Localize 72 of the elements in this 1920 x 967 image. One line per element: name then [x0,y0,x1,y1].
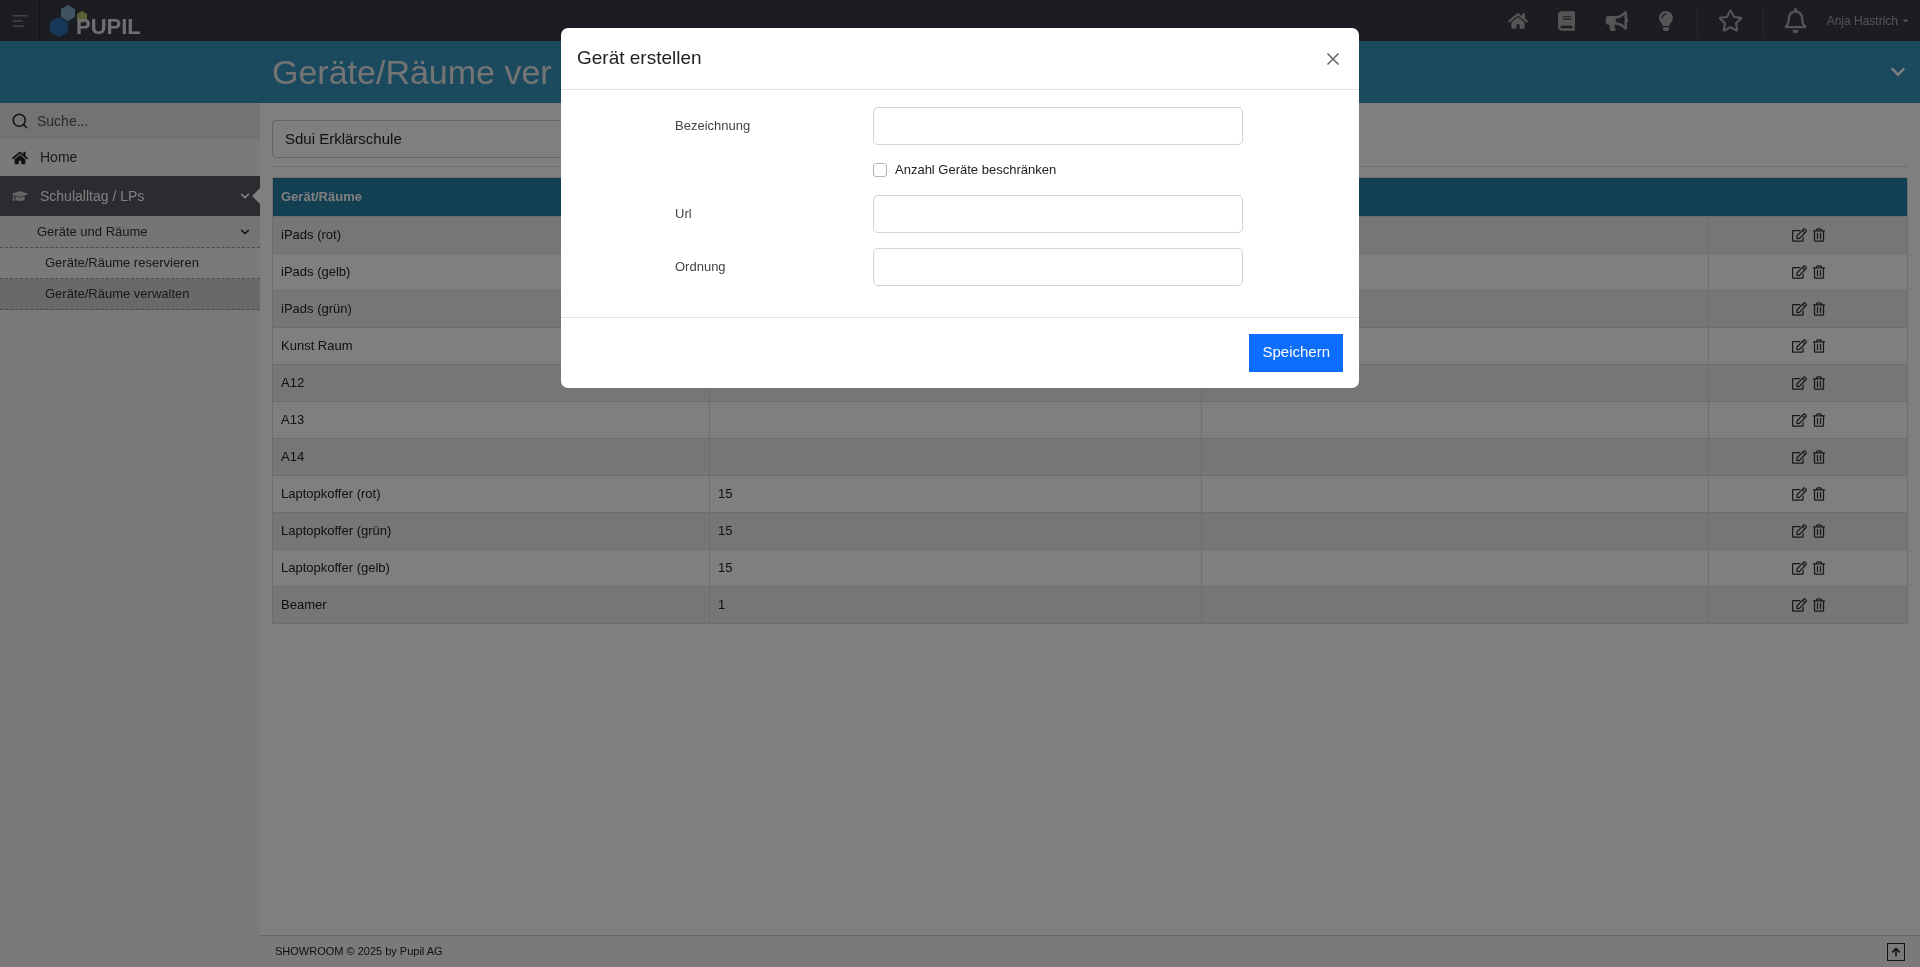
bell-icon[interactable] [1783,8,1807,33]
chevron-icon [240,191,250,201]
edit-icon[interactable] [1791,524,1807,538]
trash-icon[interactable] [1812,302,1825,316]
edit-icon[interactable] [1791,561,1807,575]
table-cell-text: 15 [718,522,733,541]
edit-icon[interactable] [1791,302,1807,316]
edit-icon[interactable] [1791,487,1807,501]
table-cell-text: Laptopkoffer (gelb) [281,559,390,578]
megaphone-icon[interactable] [1604,10,1629,31]
pointer-notch [252,188,260,204]
edit-icon[interactable] [1791,228,1807,242]
search-icon [11,112,29,130]
field-label: Url [675,204,693,223]
trash-icon[interactable] [1812,598,1825,612]
trash-icon[interactable] [1812,561,1825,575]
footer-text: SHOWROOM © 2025 by Pupil AG [275,944,444,960]
table-cell-text: Beamer [281,596,327,615]
trash-icon[interactable] [1812,413,1825,427]
arrow-up-icon [1891,946,1901,957]
logo-text: PUPIL [76,15,141,38]
graduation-cap-icon [12,188,28,204]
table-cell-text: iPads (rot) [281,226,341,245]
sidebar-item[interactable]: Geräte/Räume verwalten [0,279,260,310]
search-field[interactable]: Suche... [37,110,237,132]
edit-icon[interactable] [1791,339,1807,353]
table-cell-text: A13 [281,411,305,430]
edit-icon[interactable] [1791,265,1807,279]
trash-icon[interactable] [1812,450,1825,464]
edit-icon[interactable] [1791,450,1807,464]
page-title: Geräte/Räume ver [272,51,552,93]
search-bar[interactable]: Suche... [0,103,260,139]
input-field[interactable] [873,194,1243,233]
input-field[interactable] [873,107,1243,145]
trash-icon[interactable] [1812,487,1825,501]
column-header: Gerät/Räume [280,188,363,207]
field-label: Bezeichnung [675,117,752,136]
scroll-top-button[interactable] [1887,942,1905,961]
trash-icon[interactable] [1812,339,1825,353]
trash-icon[interactable] [1812,524,1825,538]
lightbulb-icon[interactable] [1658,10,1673,31]
modal-title: Gerät erstellen [577,46,702,71]
input-field[interactable] [873,247,1243,286]
save-button[interactable]: Speichern [1249,333,1343,372]
home-icon[interactable] [1507,10,1528,31]
chevron-icon [240,226,250,237]
edit-icon[interactable] [1791,598,1807,612]
sidebar-item[interactable]: Schulalltag / LPs [0,176,260,216]
checkbox[interactable] [873,162,887,177]
table-cell-text: A14 [281,448,305,467]
table-cell-text: 15 [718,485,733,504]
field-label: Ordnung [675,257,727,276]
table-cell-text: Kunst Raum [281,337,353,356]
checkbox-label: Anzahl Geräte beschränken [895,161,1057,179]
table-cell-text: Laptopkoffer (rot) [281,485,381,504]
table-cell-text: Laptopkoffer (grün) [281,522,392,541]
star-icon[interactable] [1717,8,1743,33]
trash-icon[interactable] [1812,265,1825,279]
trash-icon[interactable] [1812,228,1825,242]
edit-icon[interactable] [1791,376,1807,390]
table-cell-text: 15 [718,559,733,578]
book-icon[interactable] [1557,10,1575,31]
trash-icon[interactable] [1812,376,1825,390]
table-cell-text: 1 [718,596,726,615]
table-cell-text: A12 [281,374,305,393]
caret-icon [1901,16,1910,25]
user-menu[interactable]: Anja Hastrich [1826,11,1910,30]
edit-icon[interactable] [1791,413,1807,427]
home-icon [12,149,28,166]
table-cell-text: iPads (grün) [281,300,352,319]
table-cell-text: iPads (gelb) [281,263,351,282]
sidebar-item[interactable]: Geräte und Räume [0,216,260,248]
